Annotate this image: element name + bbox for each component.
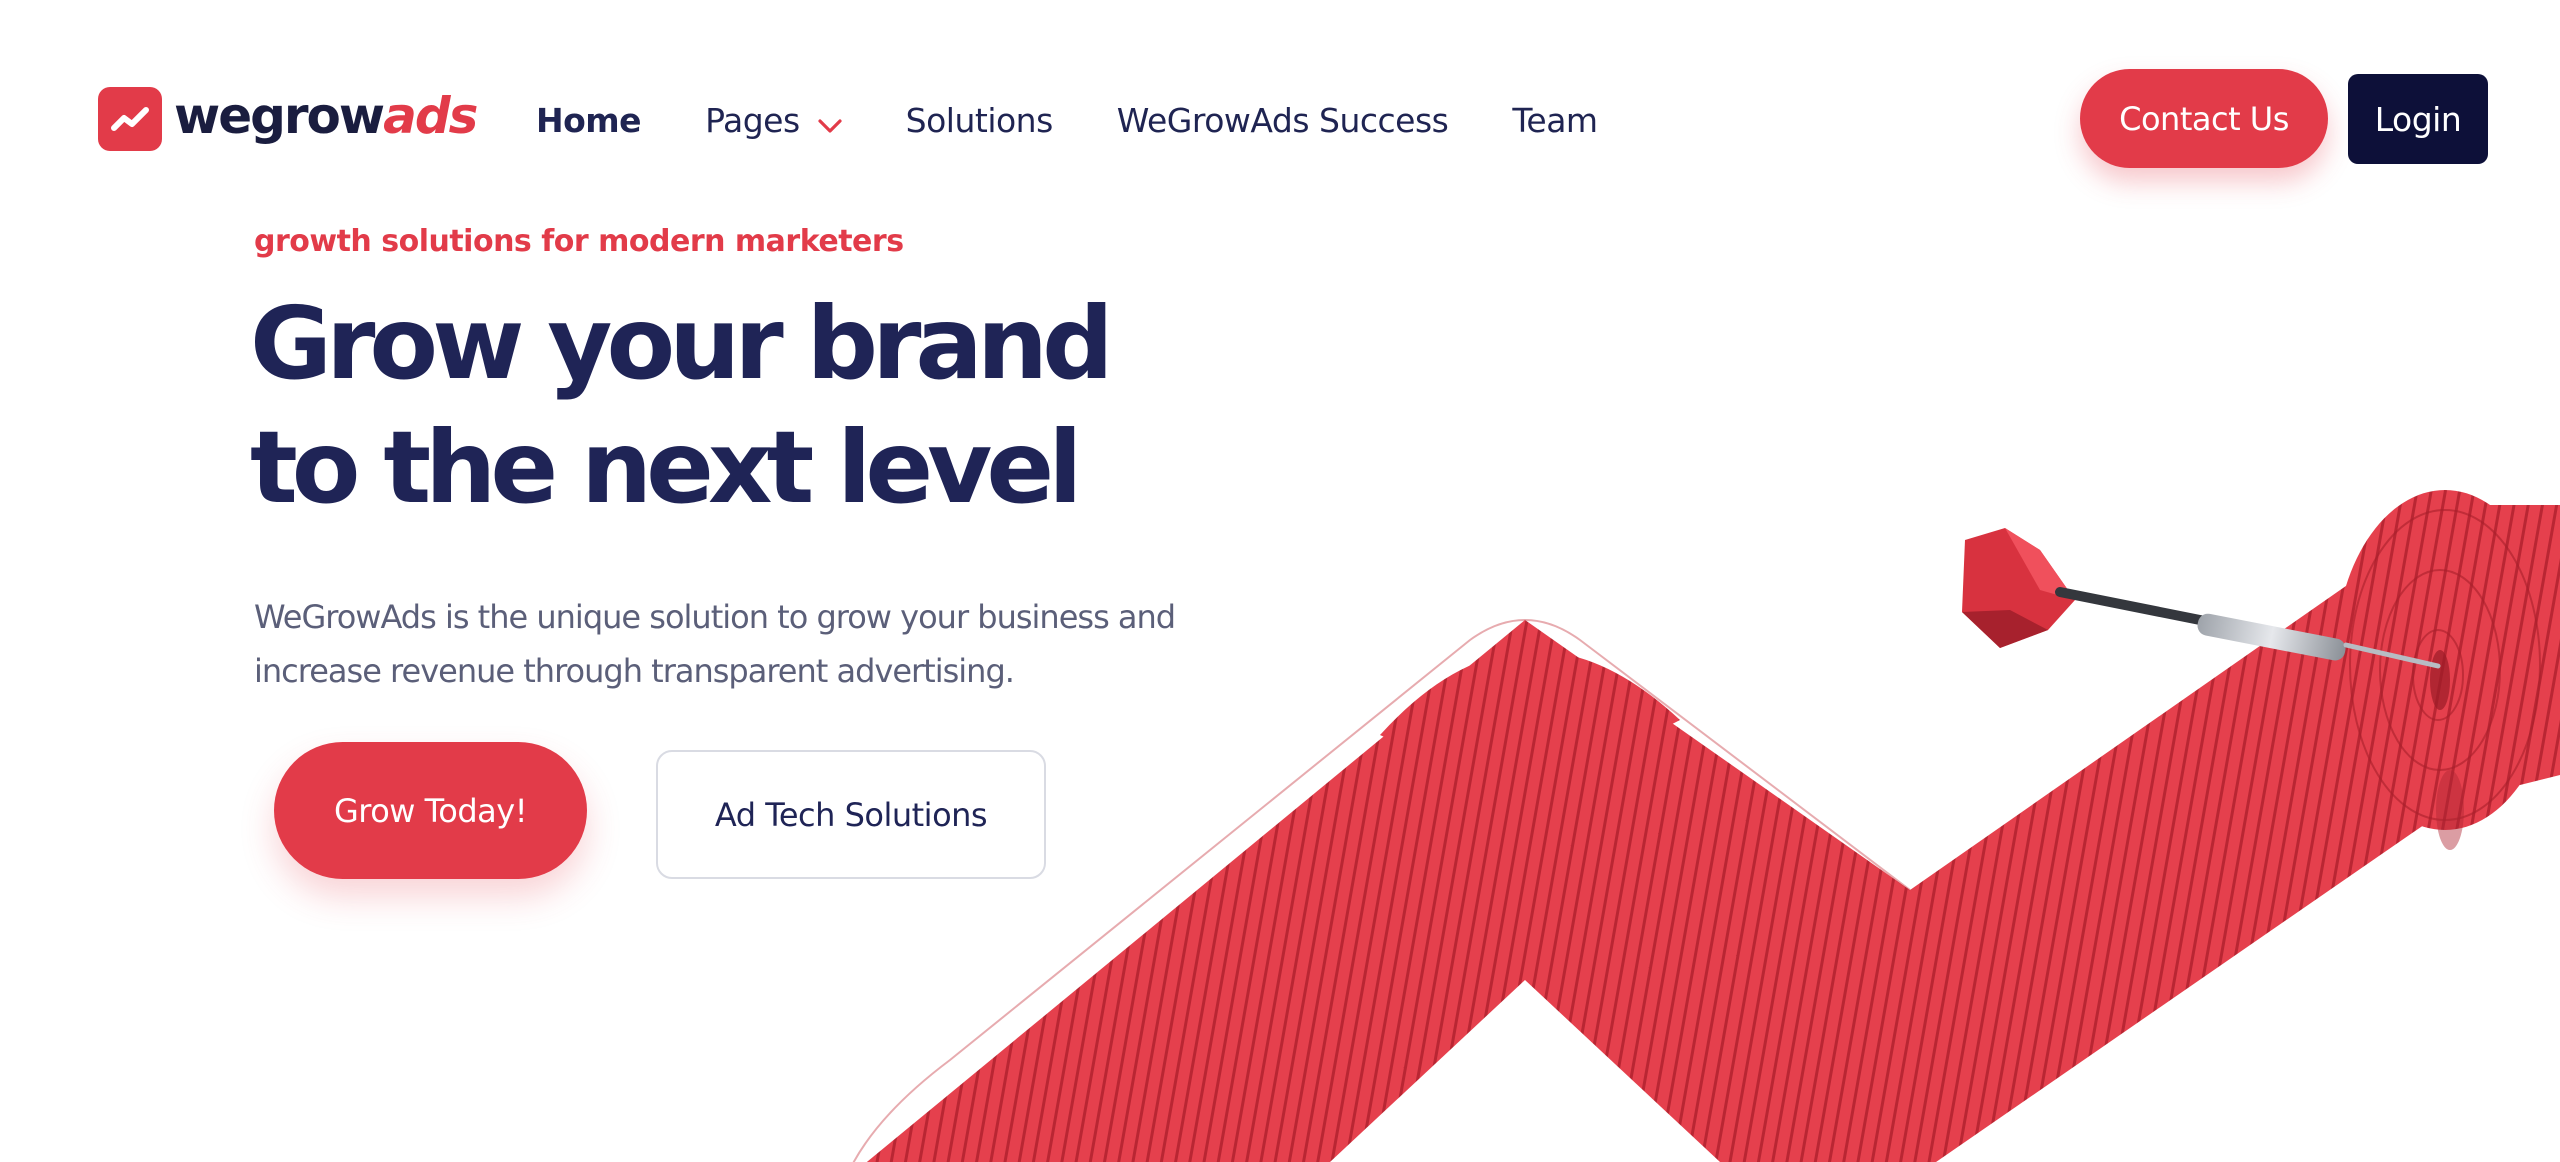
hero-title-line-1: Grow your brand	[250, 285, 1114, 402]
brand-logo[interactable]: wegrowads	[98, 86, 478, 152]
site-header: wegrowads Home Pages Solutions WeGrowAds…	[0, 0, 2560, 240]
grow-today-button[interactable]: Grow Today!	[274, 742, 587, 879]
contact-us-button[interactable]: Contact Us	[2080, 69, 2328, 168]
main-nav: Home Pages Solutions WeGrowAds Success T…	[536, 96, 1662, 144]
ad-tech-solutions-button[interactable]: Ad Tech Solutions	[656, 750, 1046, 879]
hero-title: Grow your brand to the next level	[250, 282, 1114, 530]
nav-item-home[interactable]: Home	[536, 100, 642, 140]
trending-up-icon	[98, 87, 162, 151]
nav-item-label: WeGrowAds Success	[1116, 100, 1449, 140]
hero-eyebrow: growth solutions for modern marketers	[254, 224, 904, 258]
brand-name-part1: wegrow	[174, 87, 385, 145]
brand-name-part2: ads	[383, 87, 478, 145]
dart-icon	[1962, 528, 2441, 669]
chevron-down-icon	[818, 103, 842, 142]
hero-title-line-2: to the next level	[250, 409, 1082, 526]
login-button[interactable]: Login	[2348, 74, 2488, 164]
nav-item-solutions[interactable]: Solutions	[905, 100, 1054, 140]
hero-description: WeGrowAds is the unique solution to grow…	[254, 590, 1176, 698]
brand-wordmark: wegrowads	[174, 91, 478, 141]
hero-description-line-1: WeGrowAds is the unique solution to grow…	[254, 598, 1176, 636]
hero-description-line-2: increase revenue through transparent adv…	[254, 652, 1015, 690]
nav-item-label: Home	[536, 100, 642, 140]
nav-item-pages[interactable]: Pages	[705, 99, 842, 142]
nav-item-success[interactable]: WeGrowAds Success	[1117, 101, 1449, 140]
homepage: wegrowads Home Pages Solutions WeGrowAds…	[0, 0, 2560, 1162]
nav-item-team[interactable]: Team	[1512, 100, 1598, 140]
nav-item-label: Solutions	[905, 100, 1054, 140]
nav-item-label: Pages	[705, 100, 800, 140]
nav-item-label: Team	[1512, 100, 1598, 140]
